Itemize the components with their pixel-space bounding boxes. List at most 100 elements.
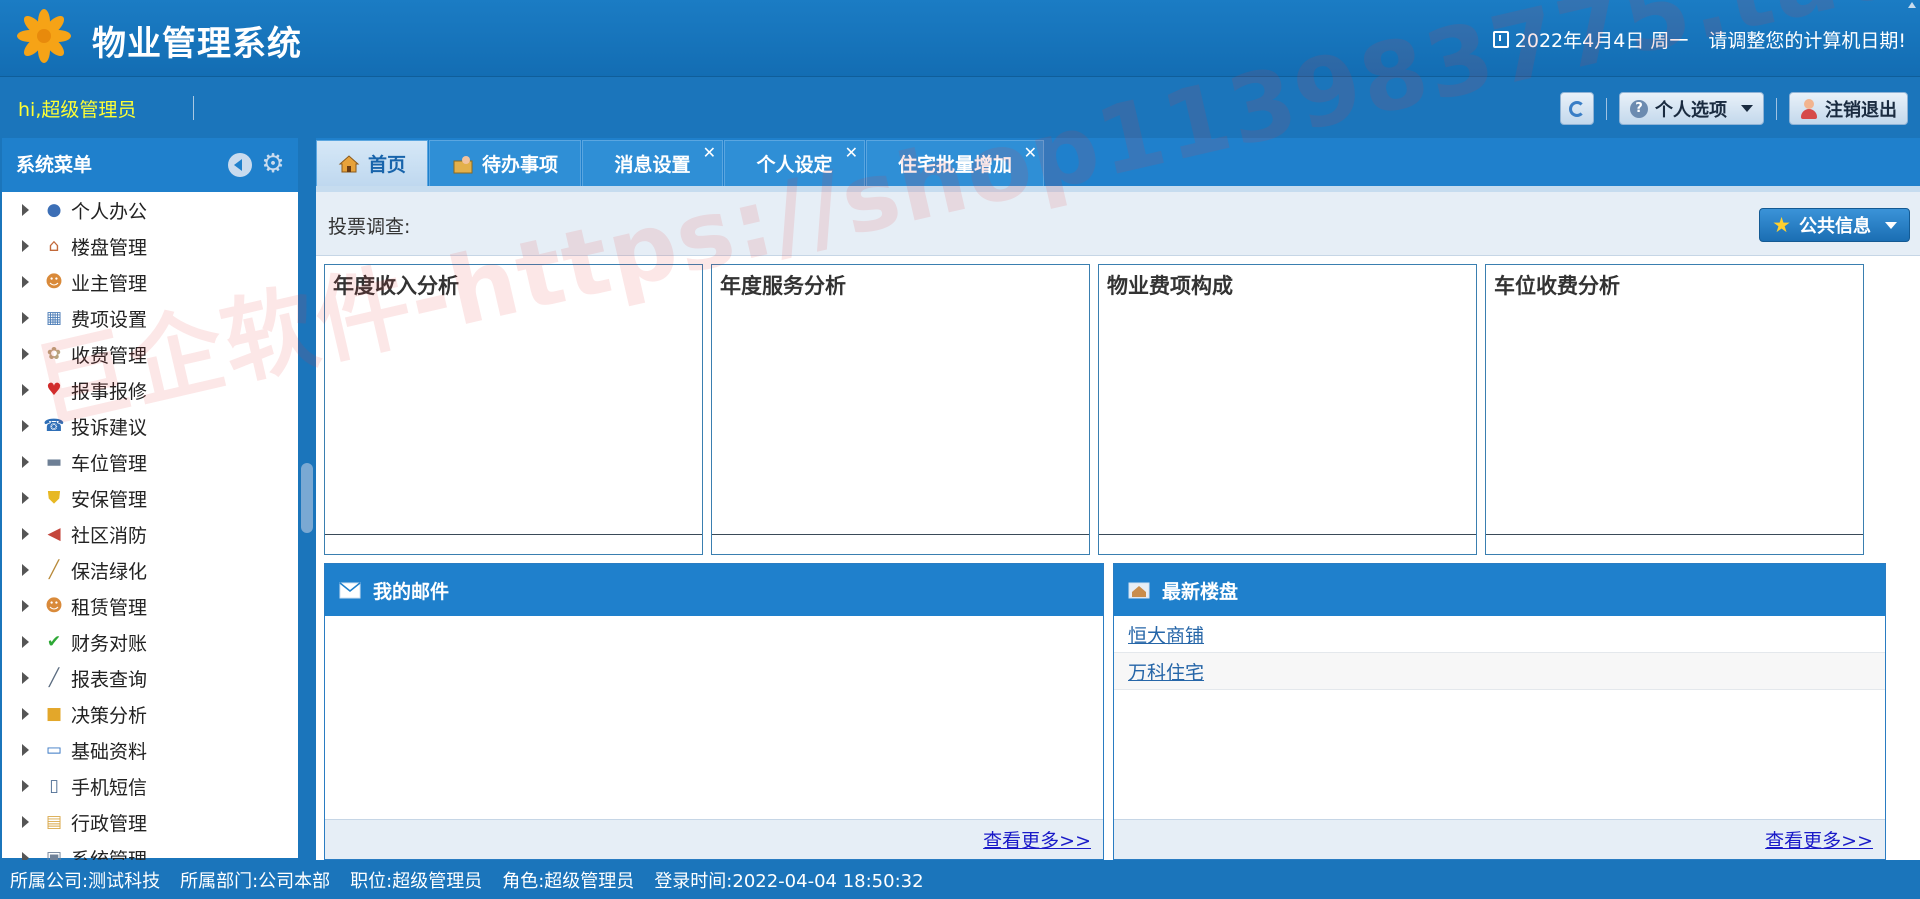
tab-message-settings[interactable]: 消息设置 ✕ (582, 140, 723, 186)
tab-todo[interactable]: 待办事项 (429, 140, 581, 186)
tab-label: 个人设定 (756, 154, 833, 176)
calculator-icon: ▦ (45, 308, 63, 328)
vote-label: 投票调查: (328, 216, 411, 238)
group-icon: ☻ (45, 596, 63, 616)
mail-panel: 我的邮件 查看更多>> (324, 563, 1104, 860)
expand-arrow-icon[interactable] (22, 780, 29, 792)
tab-batch-add-housing[interactable]: 住宅批量增加 ✕ (866, 140, 1044, 186)
tab-home[interactable]: 首页 (316, 140, 428, 186)
mail-panel-footer: 查看更多>> (325, 819, 1103, 859)
expand-arrow-icon[interactable] (22, 492, 29, 504)
sidebar-item-label: 业主管理 (71, 272, 148, 295)
date-warning: 请调整您的计算机日期! (1708, 30, 1906, 52)
document-icon: ▤ (45, 812, 63, 832)
sidebar-item-label: 租赁管理 (71, 596, 148, 619)
chevron-down-icon (1741, 105, 1753, 112)
expand-arrow-icon[interactable] (22, 852, 29, 860)
chart-panel-income: 年度收入分析 (324, 264, 703, 555)
sidebar-item[interactable]: ⌂ 楼盘管理 (2, 228, 298, 264)
mobile-phone-icon: ▯ (49, 776, 59, 796)
tab-label: 消息设置 (614, 154, 691, 176)
footer-role: 角色:超级管理员 (502, 870, 635, 892)
tab-personal-settings[interactable]: 个人设定 ✕ (724, 140, 865, 186)
splitter-handle[interactable] (301, 463, 313, 533)
rabbit-icon: ✿ (46, 344, 62, 364)
sidebar-item[interactable]: ▬ 车位管理 (2, 444, 298, 480)
sidebar-item[interactable]: ✿ 收费管理 (2, 336, 298, 372)
expand-arrow-icon[interactable] (22, 528, 29, 540)
expand-arrow-icon[interactable] (22, 708, 29, 720)
expand-arrow-icon[interactable] (22, 204, 29, 216)
broom-icon: ╱ (48, 560, 60, 580)
expand-arrow-icon[interactable] (22, 276, 29, 288)
expand-arrow-icon[interactable] (22, 672, 29, 684)
sidebar-item-label: 行政管理 (71, 812, 148, 835)
estate-link[interactable]: 万科住宅 (1128, 658, 1204, 685)
shield-icon: ⛊ (47, 488, 61, 508)
divider (1776, 97, 1777, 120)
computer-icon: ▣ (45, 848, 63, 860)
personal-options-button[interactable]: ? 个人选项 (1619, 92, 1764, 125)
user-icon (1800, 98, 1818, 119)
sidebar-item[interactable]: ⛊ 安保管理 (2, 480, 298, 516)
sidebar-item[interactable]: ╱ 报表查询 (2, 660, 298, 696)
chart-title: 物业费项构成 (1107, 274, 1233, 298)
tab-bar: 首页 待办事项 消息设置 ✕ 个人设定 ✕ 住宅批量增加 ✕ (316, 138, 1920, 186)
expand-arrow-icon[interactable] (22, 636, 29, 648)
close-icon[interactable]: ✕ (845, 143, 858, 162)
sidebar-item-label: 费项设置 (71, 308, 148, 331)
expand-arrow-icon[interactable] (22, 564, 29, 576)
list-item: 万科住宅 (1114, 653, 1885, 690)
tab-label: 住宅批量增加 (897, 154, 1012, 176)
sidebar-item[interactable]: ▤ 行政管理 (2, 804, 298, 840)
sidebar-item[interactable]: ☻ 业主管理 (2, 264, 298, 300)
close-icon[interactable]: ✕ (703, 143, 716, 162)
expand-arrow-icon[interactable] (22, 744, 29, 756)
sidebar-item[interactable]: ✔ 财务对账 (2, 624, 298, 660)
expand-arrow-icon[interactable] (22, 456, 29, 468)
sidebar-item-label: 楼盘管理 (71, 236, 148, 259)
vote-bar: 投票调查: ★ 公共信息 (316, 192, 1920, 256)
estates-more-link[interactable]: 查看更多>> (1765, 826, 1873, 853)
refresh-button[interactable] (1560, 92, 1594, 125)
logout-button[interactable]: 注销退出 (1789, 92, 1908, 125)
sidebar-item[interactable]: ▯ 手机短信 (2, 768, 298, 804)
close-icon[interactable]: ✕ (1024, 143, 1037, 162)
sidebar-item[interactable]: ▭ 基础资料 (2, 732, 298, 768)
sidebar-item[interactable]: ■ 决策分析 (2, 696, 298, 732)
telephone-icon: ☎ (43, 416, 65, 436)
expand-arrow-icon[interactable] (22, 240, 29, 252)
sidebar-item[interactable]: ♥ 报事报修 (2, 372, 298, 408)
chart-panel-fee-composition: 物业费项构成 (1098, 264, 1477, 555)
sidebar-item-label: 收费管理 (71, 344, 148, 367)
laptop-icon: ▭ (45, 740, 63, 760)
sidebar-item[interactable]: ▣ 系统管理 (2, 840, 298, 860)
expand-arrow-icon[interactable] (22, 312, 29, 324)
mail-panel-header: 我的邮件 (325, 564, 1103, 616)
gear-icon[interactable]: ⚙ (260, 151, 286, 177)
public-info-button[interactable]: ★ 公共信息 (1759, 208, 1910, 242)
sidebar-item[interactable]: ╱ 保洁绿化 (2, 552, 298, 588)
expand-arrow-icon[interactable] (22, 600, 29, 612)
expand-arrow-icon[interactable] (22, 348, 29, 360)
sidebar-item[interactable]: ☎ 投诉建议 (2, 408, 298, 444)
current-date: 2022年4月4日 周一 (1514, 30, 1689, 52)
chart-panel-service: 年度服务分析 (711, 264, 1090, 555)
users-icon: ☻ (45, 272, 63, 292)
mail-more-link[interactable]: 查看更多>> (983, 826, 1091, 853)
public-info-label: 公共信息 (1799, 216, 1871, 237)
expand-arrow-icon[interactable] (22, 816, 29, 828)
chart-baseline (1099, 534, 1476, 535)
sidebar-item-label: 基础资料 (71, 740, 148, 763)
estate-link[interactable]: 恒大商铺 (1128, 621, 1204, 648)
cube-icon: ■ (45, 704, 63, 724)
expand-arrow-icon[interactable] (22, 384, 29, 396)
expand-arrow-icon[interactable] (22, 420, 29, 432)
collapse-sidebar-icon[interactable] (228, 153, 252, 177)
sidebar-item[interactable]: ▦ 费项设置 (2, 300, 298, 336)
scroll-up-icon[interactable] (1908, 2, 1916, 8)
estates-panel: 最新楼盘 恒大商铺 万科住宅 查看更多>> (1113, 563, 1886, 860)
sidebar-item[interactable]: ◀ 社区消防 (2, 516, 298, 552)
sidebar-item[interactable]: ☻ 租赁管理 (2, 588, 298, 624)
sidebar-item[interactable]: ● 个人办公 (2, 192, 298, 228)
